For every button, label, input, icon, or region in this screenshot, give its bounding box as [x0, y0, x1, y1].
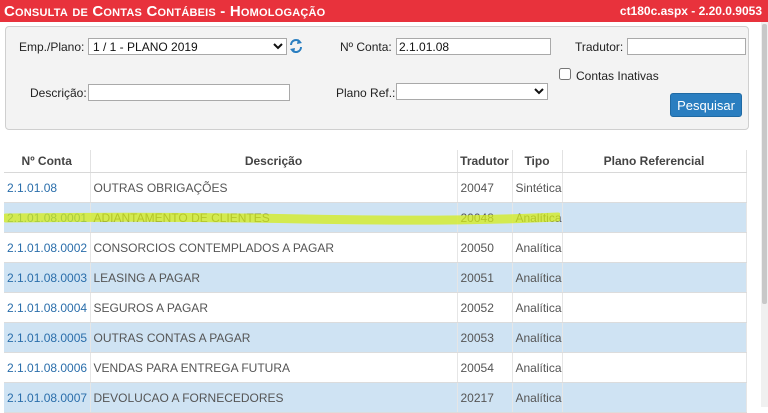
account-plano-ref	[562, 382, 747, 413]
account-code-link[interactable]: 2.1.01.08.0004	[4, 292, 91, 323]
column-header-conta[interactable]: Nº Conta	[4, 150, 91, 173]
scrollbar[interactable]	[761, 22, 768, 407]
account-code-link[interactable]: 2.1.01.08.0001	[4, 202, 91, 233]
contas-inativas-checkbox[interactable]	[559, 68, 571, 80]
account-tradutor: 20217	[457, 382, 513, 413]
account-description: DEVOLUCAO A FORNECEDORES	[90, 382, 458, 413]
descricao-label: Descrição:	[30, 86, 87, 100]
conta-label: Nº Conta:	[340, 40, 392, 54]
account-tradutor: 20054	[457, 352, 513, 383]
contas-inativas-label: Contas Inativas	[576, 69, 659, 83]
account-code-link[interactable]: 2.1.01.08	[4, 172, 91, 203]
emp-plano-label: Emp./Plano:	[19, 40, 85, 54]
version-label: ct180c.aspx - 2.20.0.9053	[619, 4, 762, 18]
table-row[interactable]: 2.1.01.08.0007 DEVOLUCAO A FORNECEDORES …	[4, 382, 747, 413]
account-description: OUTRAS CONTAS A PAGAR	[90, 322, 458, 353]
account-code-link[interactable]: 2.1.01.08.0002	[4, 232, 91, 263]
account-plano-ref	[562, 292, 747, 323]
account-code-link[interactable]: 2.1.01.08.0003	[4, 262, 91, 293]
account-tipo: Analítica	[512, 382, 563, 413]
account-tradutor: 20050	[457, 232, 513, 263]
account-description: SEGUROS A PAGAR	[90, 292, 458, 323]
account-description: LEASING A PAGAR	[90, 262, 458, 293]
account-tipo: Analítica	[512, 262, 563, 293]
tradutor-label: Tradutor:	[575, 40, 624, 54]
search-button[interactable]: Pesquisar	[670, 93, 742, 117]
account-plano-ref	[562, 352, 747, 383]
account-description: ADIANTAMENTO DE CLIENTES	[90, 202, 458, 233]
account-tradutor: 20051	[457, 262, 513, 293]
accounts-table: Nº Conta Descrição Tradutor Tipo Plano R…	[4, 150, 747, 413]
emp-plano-select[interactable]: 1 / 1 - PLANO 2019	[88, 38, 287, 55]
account-plano-ref	[562, 322, 747, 353]
account-code-link[interactable]: 2.1.01.08.0007	[4, 382, 91, 413]
account-plano-ref	[562, 262, 747, 293]
table-row[interactable]: 2.1.01.08.0002 CONSORCIOS CONTEMPLADOS A…	[4, 232, 747, 263]
account-tipo: Sintética	[512, 172, 563, 203]
account-plano-ref	[562, 232, 747, 263]
conta-input[interactable]	[396, 38, 551, 55]
scrollbar-thumb[interactable]	[762, 24, 767, 304]
account-tradutor: 20052	[457, 292, 513, 323]
column-header-tipo[interactable]: Tipo	[512, 150, 563, 173]
table-row[interactable]: 2.1.01.08.0006 VENDAS PARA ENTREGA FUTUR…	[4, 352, 747, 383]
table-row[interactable]: 2.1.01.08 OUTRAS OBRIGAÇÕES 20047 Sintét…	[4, 172, 747, 203]
title-bar: Consulta de Contas Contábeis - Homologaç…	[0, 0, 768, 22]
table-row[interactable]: 2.1.01.08.0003 LEASING A PAGAR 20051 Ana…	[4, 262, 747, 293]
column-header-descricao[interactable]: Descrição	[90, 150, 458, 173]
column-header-tradutor[interactable]: Tradutor	[457, 150, 513, 173]
plano-ref-label: Plano Ref.:	[336, 86, 396, 100]
account-tipo: Analítica	[512, 232, 563, 263]
table-header: Nº Conta Descrição Tradutor Tipo Plano R…	[4, 150, 747, 173]
table-row[interactable]: 2.1.01.08.0005 OUTRAS CONTAS A PAGAR 200…	[4, 322, 747, 353]
refresh-icon[interactable]	[289, 38, 303, 54]
account-tipo: Analítica	[512, 322, 563, 353]
descricao-input[interactable]	[88, 84, 290, 101]
account-tradutor: 20047	[457, 172, 513, 203]
tradutor-input[interactable]	[627, 38, 746, 55]
account-tipo: Analítica	[512, 292, 563, 323]
account-plano-ref	[562, 172, 747, 203]
column-header-plano-referencial[interactable]: Plano Referencial	[562, 150, 747, 173]
page-title: Consulta de Contas Contábeis - Homologaç…	[4, 3, 326, 20]
account-tipo: Analítica	[512, 352, 563, 383]
account-plano-ref	[562, 202, 747, 233]
table-row[interactable]: 2.1.01.08.0004 SEGUROS A PAGAR 20052 Ana…	[4, 292, 747, 323]
account-code-link[interactable]: 2.1.01.08.0005	[4, 322, 91, 353]
plano-ref-select[interactable]	[396, 83, 548, 100]
table-row[interactable]: 2.1.01.08.0001 ADIANTAMENTO DE CLIENTES …	[4, 202, 747, 233]
account-tradutor: 20048	[457, 202, 513, 233]
account-description: VENDAS PARA ENTREGA FUTURA	[90, 352, 458, 383]
account-description: CONSORCIOS CONTEMPLADOS A PAGAR	[90, 232, 458, 263]
account-code-link[interactable]: 2.1.01.08.0006	[4, 352, 91, 383]
account-tradutor: 20053	[457, 322, 513, 353]
account-description: OUTRAS OBRIGAÇÕES	[90, 172, 458, 203]
account-tipo: Analítica	[512, 202, 563, 233]
